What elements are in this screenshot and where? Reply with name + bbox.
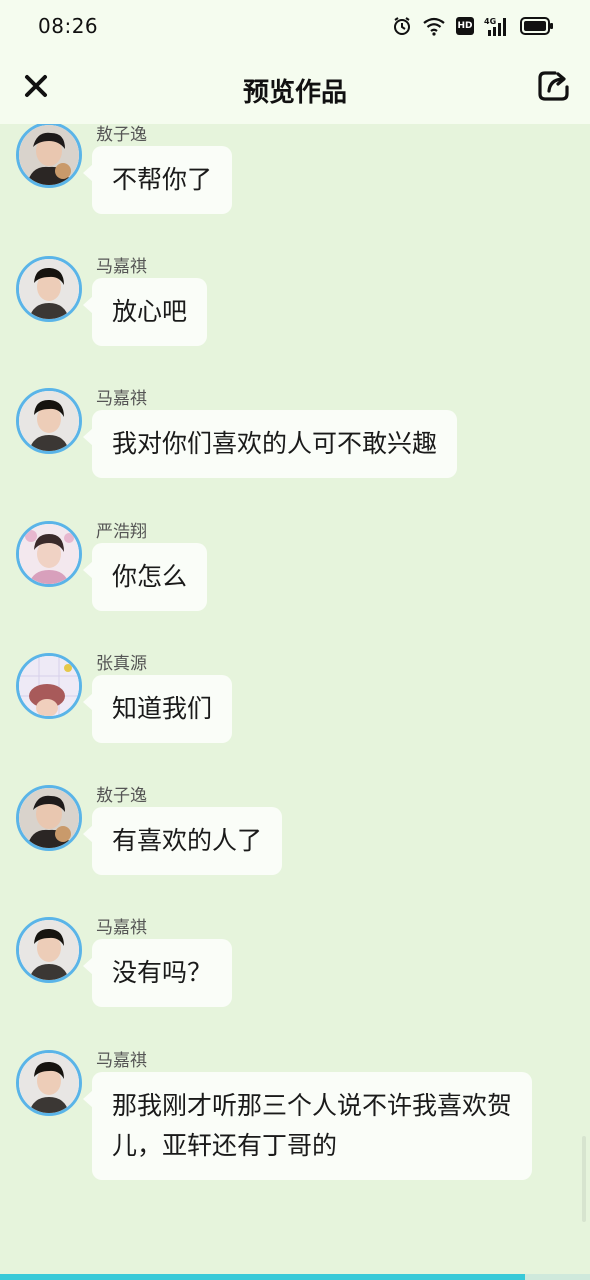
- avatar-majiaqi[interactable]: [16, 917, 82, 983]
- hd-icon: HD: [456, 17, 474, 35]
- sender-name: 马嘉祺: [96, 1051, 147, 1071]
- sender-name: 张真源: [96, 654, 147, 674]
- battery-icon: [520, 16, 554, 36]
- avatar-aoziyi[interactable]: [16, 124, 82, 188]
- avatar-aoziyi[interactable]: [16, 785, 82, 851]
- sender-name: 马嘉祺: [96, 918, 147, 938]
- share-icon: [537, 69, 571, 107]
- chat-area[interactable]: 敖子逸 不帮你了 马嘉祺 放心吧 马嘉祺 我对你们喜欢的人可不敢兴趣 严浩翔 你…: [0, 124, 590, 1274]
- alarm-icon: [392, 16, 412, 36]
- status-bar: 08:26 HD 4G: [0, 0, 590, 52]
- avatar-yanhaoxiang[interactable]: [16, 521, 82, 587]
- message-bubble: 我对你们喜欢的人可不敢兴趣: [82, 410, 458, 478]
- sender-name: 严浩翔: [96, 522, 147, 542]
- wifi-icon: [422, 16, 446, 36]
- status-icons: HD 4G: [392, 14, 554, 38]
- avatar-majiaqi[interactable]: [16, 256, 82, 322]
- page-title: 预览作品: [242, 78, 347, 108]
- message-bubble: 放心吧: [82, 278, 208, 346]
- sender-name: 敖子逸: [96, 786, 147, 806]
- signal-4g-icon: 4G: [484, 16, 510, 36]
- sender-name: 敖子逸: [96, 125, 147, 145]
- sender-name: 马嘉祺: [96, 389, 147, 409]
- message-bubble: 不帮你了: [82, 146, 233, 214]
- avatar-majiaqi[interactable]: [16, 1050, 82, 1116]
- message-bubble: 那我刚才听那三个人说不许我喜欢贺儿，亚轩还有丁哥的: [83, 1072, 532, 1180]
- avatar-majiaqi[interactable]: [16, 388, 82, 454]
- message-bubble: 知道我们: [82, 675, 233, 743]
- message-bubble: 没有吗？: [82, 939, 233, 1007]
- header: 预览作品: [0, 52, 590, 124]
- progress-fill: [0, 1274, 526, 1280]
- progress-bar: [0, 1274, 590, 1280]
- message-bubble: 你怎么: [82, 543, 208, 611]
- svg-text:4G: 4G: [484, 17, 496, 26]
- share-button[interactable]: [534, 68, 574, 108]
- sender-name: 马嘉祺: [96, 257, 147, 277]
- avatar-zhangzhenyuan[interactable]: [16, 653, 82, 719]
- status-time: 08:26: [38, 14, 99, 38]
- message-bubble: 有喜欢的人了: [82, 807, 283, 875]
- scrollbar[interactable]: [582, 1136, 586, 1222]
